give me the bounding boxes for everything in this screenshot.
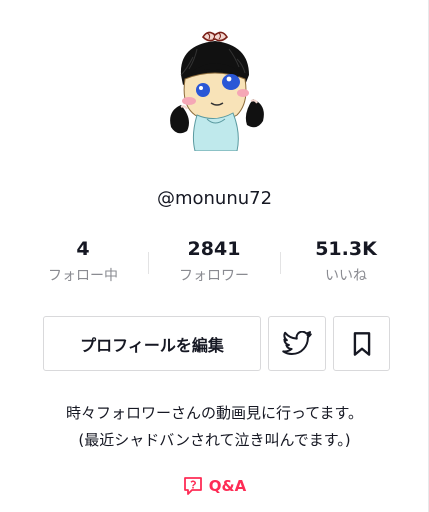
stat-following[interactable]: 4 フォロー中 bbox=[23, 236, 143, 285]
stat-likes-value: 51.3K bbox=[315, 238, 377, 260]
profile-stats: 4 フォロー中 2841 フォロワー 51.3K いいね bbox=[0, 236, 429, 292]
stat-likes[interactable]: 51.3K いいね bbox=[286, 236, 406, 285]
stat-following-label: フォロー中 bbox=[48, 268, 118, 284]
stat-likes-label: いいね bbox=[325, 268, 367, 284]
twitter-icon bbox=[282, 330, 312, 355]
qa-label: Q&A bbox=[208, 477, 247, 495]
stat-followers-label: フォロワー bbox=[179, 268, 249, 284]
bio-line-2: (最近シャドバンされて泣き叫んでます。) bbox=[78, 431, 351, 449]
question-chat-icon bbox=[183, 477, 202, 495]
stat-followers-value: 2841 bbox=[187, 238, 241, 260]
profile-handle: @monunu72 bbox=[156, 188, 273, 209]
stat-followers[interactable]: 2841 フォロワー bbox=[154, 236, 274, 285]
qa-link[interactable]: Q&A bbox=[0, 476, 429, 496]
bookmark-button[interactable] bbox=[333, 316, 390, 371]
bookmark-icon bbox=[353, 331, 370, 356]
stat-divider bbox=[280, 252, 281, 274]
profile-bio: 時々フォロワーさんの動画見に行ってます。 (最近シャドバンされて泣き叫んでます。… bbox=[0, 400, 429, 454]
avatar[interactable] bbox=[163, 27, 267, 151]
twitter-button[interactable] bbox=[268, 316, 326, 371]
bio-line-1: 時々フォロワーさんの動画見に行ってます。 bbox=[65, 404, 363, 422]
edit-profile-button[interactable]: プロフィールを編集 bbox=[43, 316, 261, 371]
stat-divider bbox=[148, 252, 149, 274]
profile-page: @monunu72 4 フォロー中 2841 フォロワー 51.3K いいね プ… bbox=[0, 0, 429, 512]
stat-following-value: 4 bbox=[76, 238, 90, 260]
